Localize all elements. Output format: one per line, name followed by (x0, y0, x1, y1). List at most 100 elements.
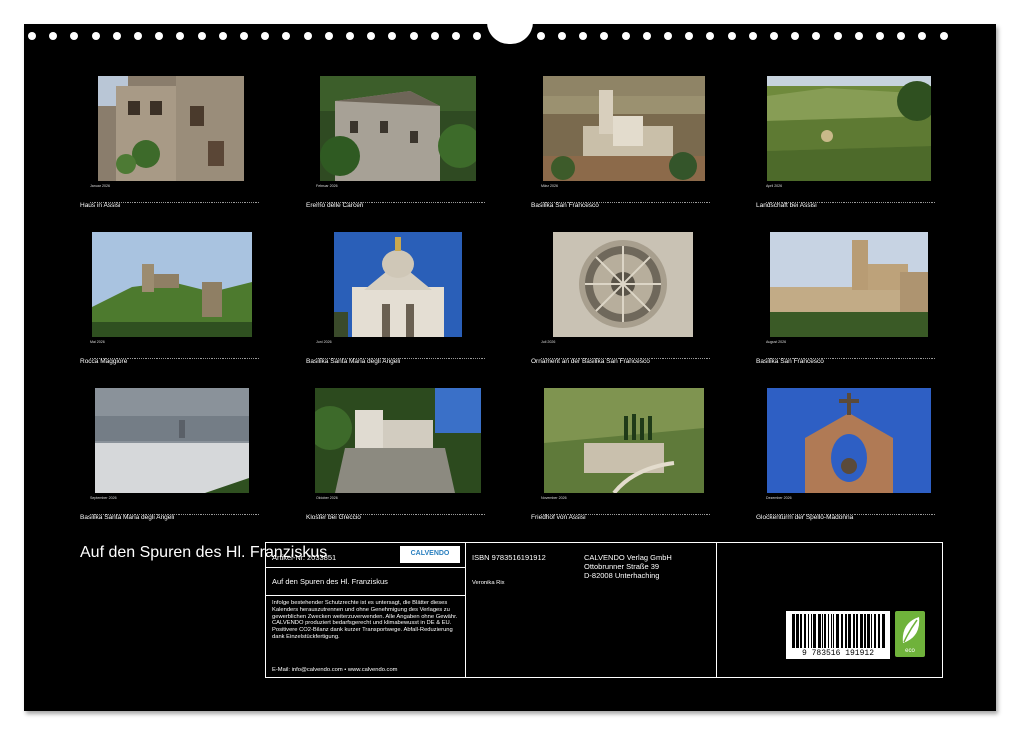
day-grid (766, 346, 936, 359)
day-cell (700, 512, 705, 515)
month-label: Juli 2026 (541, 340, 556, 344)
day-cell (133, 356, 139, 359)
legal-text: Infolge bestehender Schutzrechte ist es … (272, 600, 458, 640)
day-cell (376, 512, 381, 515)
photo-basilica (543, 76, 705, 181)
day-cell (892, 512, 897, 515)
month-label: Mai 2026 (90, 340, 105, 344)
month-march: März 2026 Basilika San Francesco (531, 74, 711, 214)
month-label: Oktober 2026 (316, 496, 338, 500)
day-cell (221, 200, 227, 203)
day-cell (853, 356, 859, 359)
day-cell (188, 512, 194, 515)
day-cell (409, 356, 414, 359)
day-cell (194, 200, 199, 203)
photo-basilica-2 (770, 232, 928, 337)
day-grid (541, 502, 711, 515)
month-label: April 2026 (766, 184, 783, 188)
binding-hole (536, 32, 545, 40)
barcode-bar (871, 614, 872, 648)
photo-rose-window (553, 232, 693, 337)
month-august: August 2026 Basilika San Francesco (756, 230, 936, 370)
day-cell (606, 200, 612, 203)
day-grid (90, 346, 260, 359)
day-cell (480, 356, 486, 359)
day-cell (475, 200, 480, 203)
month-june: Juni 2026 Basilika Santa Maria degli Ang… (306, 230, 486, 370)
day-cell (870, 200, 875, 203)
day-cell (694, 356, 700, 359)
binding-hole (70, 32, 79, 40)
binding-hole (473, 32, 482, 40)
barcode-bar (822, 614, 823, 648)
day-cell (216, 512, 221, 515)
binding-hole (854, 32, 863, 40)
day-grid (90, 190, 260, 203)
day-cell (458, 356, 464, 359)
day-cell (398, 512, 403, 515)
day-cell (881, 200, 886, 203)
day-cell (639, 512, 645, 515)
month-label: Januar 2026 (90, 184, 110, 188)
day-cell (826, 200, 831, 203)
day-cell (458, 512, 464, 515)
day-cell (150, 356, 155, 359)
day-cell (853, 200, 859, 203)
day-cell (210, 512, 216, 515)
binding-hole (367, 32, 376, 40)
day-cell (254, 512, 260, 515)
day-cell (480, 512, 486, 515)
day-grid (766, 502, 936, 515)
day-cell (183, 200, 188, 203)
day-cell (908, 200, 914, 203)
day-cell (656, 356, 661, 359)
photo-caption: Rocca Maggiore (80, 358, 128, 365)
day-cell (667, 512, 672, 515)
barcode-bar (828, 614, 829, 648)
day-cell (864, 512, 870, 515)
day-cell (617, 512, 623, 515)
barcode-bar (836, 614, 839, 648)
barcode-bar (811, 614, 812, 648)
barcode-bar (848, 614, 851, 648)
day-cell (442, 512, 447, 515)
day-cell (925, 512, 930, 515)
day-cell (436, 200, 442, 203)
month-september: September 2026 Basilika Santa Maria degl… (80, 386, 260, 526)
day-cell (249, 356, 254, 359)
day-cell (194, 512, 199, 515)
day-cell (612, 200, 617, 203)
day-cell (403, 512, 409, 515)
day-cell (232, 200, 238, 203)
binding-hole (579, 32, 588, 40)
day-cell (243, 512, 249, 515)
day-grid (316, 346, 486, 359)
day-cell (249, 200, 254, 203)
day-cell (661, 356, 667, 359)
barcode-bar (841, 614, 843, 648)
month-label: Juni 2026 (316, 340, 332, 344)
day-cell (667, 356, 672, 359)
day-cell (475, 356, 480, 359)
barcode-bar (878, 614, 880, 648)
day-cell (177, 512, 183, 515)
day-cell (403, 200, 409, 203)
day-cell (447, 200, 453, 203)
photo-caption: Basilika San Francesco (756, 358, 824, 365)
day-cell (678, 356, 683, 359)
binding-hole (600, 32, 609, 40)
photo-fog (95, 388, 249, 493)
day-cell (420, 200, 425, 203)
day-cell (365, 512, 370, 515)
binding-hole (664, 32, 672, 40)
photo-house (98, 76, 244, 181)
binding-hole (112, 32, 121, 40)
binding-hole (91, 32, 100, 40)
day-cell (672, 512, 678, 515)
binding-hole (833, 32, 842, 40)
day-cell (122, 200, 128, 203)
day-cell (139, 200, 144, 203)
contact-email: E-Mail: info@calvendo.com • www.calvendo… (272, 667, 398, 673)
barcode-bar (824, 614, 826, 648)
day-cell (188, 200, 194, 203)
